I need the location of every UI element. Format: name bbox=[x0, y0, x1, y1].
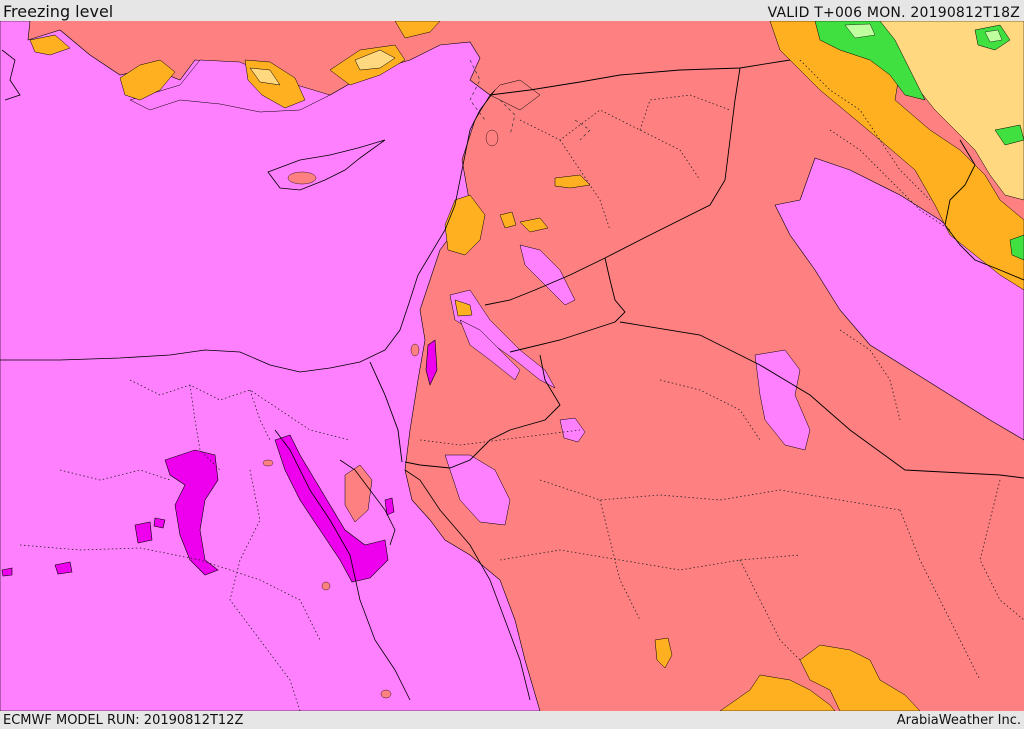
credit-label: ArabiaWeather Inc. bbox=[896, 713, 1021, 728]
footer-bar: ECMWF MODEL RUN: 20190812T12Z ArabiaWeat… bbox=[0, 711, 1024, 729]
freezing-level-map bbox=[0, 21, 1024, 711]
map-title: Freezing level bbox=[3, 2, 114, 21]
header-bar: Freezing level VALID T+006 MON. 20190812… bbox=[0, 0, 1024, 22]
valid-time-label: VALID T+006 MON. 20190812T18Z bbox=[767, 5, 1020, 21]
model-run-label: ECMWF MODEL RUN: 20190812T12Z bbox=[3, 713, 244, 728]
